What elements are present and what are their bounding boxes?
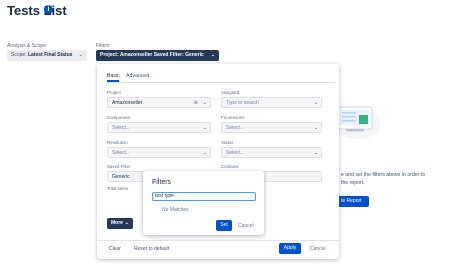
status-select[interactable]: Select... ⌄ [221, 147, 322, 158]
fix-versions-label: Fix versions [221, 115, 245, 120]
contains-label: Contains [221, 164, 239, 169]
info-icon[interactable]: i [44, 5, 53, 14]
project-label: Project [107, 90, 121, 95]
status-label: Status [221, 140, 234, 145]
more-button[interactable]: More ⌄ [107, 218, 133, 229]
resolution-select[interactable]: Select... ⌄ [107, 147, 211, 158]
status-placeholder: Select... [226, 150, 245, 156]
chevron-down-icon: ⌄ [124, 220, 129, 226]
saved-filter-value: Generic [112, 174, 130, 180]
empty-state-text-1: e and set the filters above in order to [341, 172, 426, 178]
assigned-placeholder: Type to search [226, 100, 259, 106]
chevron-down-icon: ⌄ [202, 100, 207, 106]
reset-default-button[interactable]: Reset to default [134, 246, 169, 252]
tab-basic[interactable]: Basic [107, 73, 120, 79]
resolution-label: Resolution [107, 140, 128, 145]
fix-versions-placeholder: Select... [226, 125, 245, 131]
scope-button-prefix: Scope: [11, 52, 28, 58]
no-matches-text: No Matches [162, 207, 189, 213]
chevron-down-icon: ⌄ [313, 150, 318, 156]
chevron-down-icon: ⌄ [202, 125, 207, 131]
assigned-label: Assigned [221, 90, 240, 95]
saved-filter-label: Saved Filter [107, 164, 131, 169]
popover-cancel-button[interactable]: Cancel [238, 223, 254, 229]
total-items-label: Total items [107, 186, 128, 191]
scope-button[interactable]: Scope: Latest Final Status ⌄ [7, 50, 87, 61]
resolution-placeholder: Select... [112, 150, 131, 156]
clear-button[interactable]: Clear [109, 246, 121, 252]
cancel-button[interactable]: Cancel [310, 246, 326, 252]
saved-filter-popover: Filters test type No Matches Set Cancel [143, 171, 264, 235]
clear-icon[interactable]: ⊗ [194, 98, 198, 108]
tab-advanced[interactable]: Advanced [126, 73, 149, 79]
assigned-select[interactable]: Type to search ⌄ [221, 97, 322, 108]
footer-divider [97, 240, 339, 241]
chevron-down-icon: ⌄ [313, 125, 318, 131]
scope-button-value: Latest Final Status [27, 52, 73, 58]
fix-versions-select[interactable]: Select... ⌄ [221, 122, 322, 133]
filter-search-input[interactable]: test type [152, 192, 256, 201]
filters-button[interactable]: Project: Amazonseller Saved Filter: Gene… [96, 50, 219, 61]
scope-label: Analysis & Scope [7, 43, 46, 49]
page-title: Tests List [7, 3, 67, 18]
project-select[interactable]: Amazonseller ⊗ ⌄ [107, 97, 211, 108]
chevron-down-icon: ⌄ [313, 100, 318, 106]
component-select[interactable]: Select... ⌄ [107, 122, 211, 133]
popover-title: Filters [152, 179, 172, 186]
tabs-divider [107, 81, 335, 82]
project-value: Amazonseller [112, 100, 143, 106]
empty-state-text-2: the report. [341, 180, 365, 186]
saved-filter-select[interactable]: Generic [107, 171, 147, 182]
filters-button-text: Project: Amazonseller Saved Filter: Gene… [100, 52, 204, 58]
component-placeholder: Select... [112, 125, 131, 131]
chevron-down-icon: ⌄ [210, 52, 215, 58]
chevron-down-icon: ⌄ [202, 150, 207, 156]
chevron-down-icon: ⌄ [78, 52, 83, 58]
apply-button[interactable]: Apply [279, 243, 301, 254]
more-label: More [111, 220, 123, 226]
filters-label: Filters [96, 43, 110, 49]
component-label: Component [107, 115, 130, 120]
set-button[interactable]: Set [216, 220, 232, 231]
